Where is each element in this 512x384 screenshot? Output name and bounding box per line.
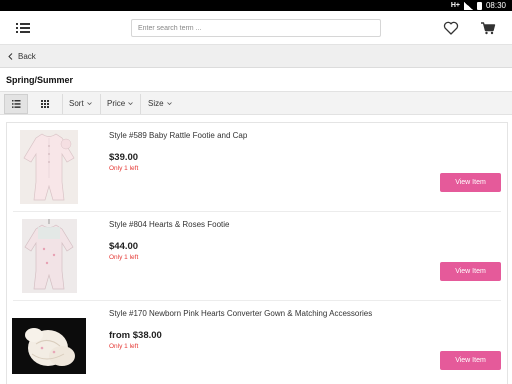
heart-icon[interactable] bbox=[442, 19, 460, 37]
stock-status: Only 1 left bbox=[109, 165, 139, 172]
price-dropdown[interactable]: Price bbox=[107, 99, 134, 108]
product-item[interactable]: Style #589 Baby Rattle Footie and Cap $3… bbox=[7, 123, 507, 212]
product-image[interactable] bbox=[12, 318, 86, 374]
filter-toolbar: Sort Price Size bbox=[0, 91, 512, 115]
view-item-button[interactable]: View Item bbox=[440, 351, 501, 370]
battery-icon bbox=[476, 1, 482, 10]
hamburger-menu-icon[interactable] bbox=[12, 19, 34, 37]
list-view-button[interactable] bbox=[4, 94, 28, 114]
product-list: Style #589 Baby Rattle Footie and Cap $3… bbox=[6, 122, 508, 384]
toolbar-divider bbox=[140, 94, 141, 114]
cart-icon[interactable] bbox=[479, 19, 497, 37]
chevron-down-icon bbox=[86, 102, 92, 105]
back-label: Back bbox=[18, 52, 36, 61]
price-label: Price bbox=[107, 99, 126, 108]
product-title[interactable]: Style #804 Hearts & Roses Footie bbox=[109, 220, 230, 229]
chevron-left-icon bbox=[8, 53, 13, 60]
signal-icon bbox=[463, 1, 473, 10]
sort-label: Sort bbox=[69, 99, 84, 108]
app-bar bbox=[0, 11, 512, 45]
list-view-icon bbox=[12, 100, 21, 108]
product-price: $39.00 bbox=[109, 152, 139, 163]
back-button[interactable]: Back bbox=[8, 52, 36, 61]
back-bar: Back bbox=[0, 45, 512, 68]
stock-status: Only 1 left bbox=[109, 343, 139, 350]
product-item[interactable]: Style #170 Newborn Pink Hearts Converter… bbox=[7, 301, 507, 384]
view-item-button[interactable]: View Item bbox=[440, 262, 501, 281]
chevron-down-icon bbox=[128, 102, 134, 105]
chevron-down-icon bbox=[166, 102, 172, 105]
grid-view-button[interactable] bbox=[33, 94, 57, 114]
sort-dropdown[interactable]: Sort bbox=[69, 99, 92, 108]
toolbar-divider bbox=[62, 94, 63, 114]
page-title: Spring/Summer bbox=[6, 75, 74, 85]
product-image[interactable] bbox=[20, 130, 78, 204]
product-title[interactable]: Style #589 Baby Rattle Footie and Cap bbox=[109, 131, 247, 140]
product-price: from $38.00 bbox=[109, 330, 162, 341]
grid-view-icon bbox=[41, 100, 49, 108]
network-type: H+ bbox=[450, 2, 460, 9]
stock-status: Only 1 left bbox=[109, 254, 139, 261]
product-item[interactable]: Style #804 Hearts & Roses Footie $44.00 … bbox=[7, 212, 507, 301]
status-bar: H+ 08:30 bbox=[0, 0, 512, 11]
status-indicators: H+ 08:30 bbox=[451, 1, 506, 10]
product-image[interactable] bbox=[22, 219, 77, 293]
toolbar-divider bbox=[100, 94, 101, 114]
search-input[interactable] bbox=[131, 19, 381, 37]
product-title[interactable]: Style #170 Newborn Pink Hearts Converter… bbox=[109, 309, 372, 318]
clock: 08:30 bbox=[485, 1, 506, 10]
view-item-button[interactable]: View Item bbox=[440, 173, 501, 192]
size-dropdown[interactable]: Size bbox=[148, 99, 172, 108]
size-label: Size bbox=[148, 99, 164, 108]
product-price: $44.00 bbox=[109, 241, 139, 252]
